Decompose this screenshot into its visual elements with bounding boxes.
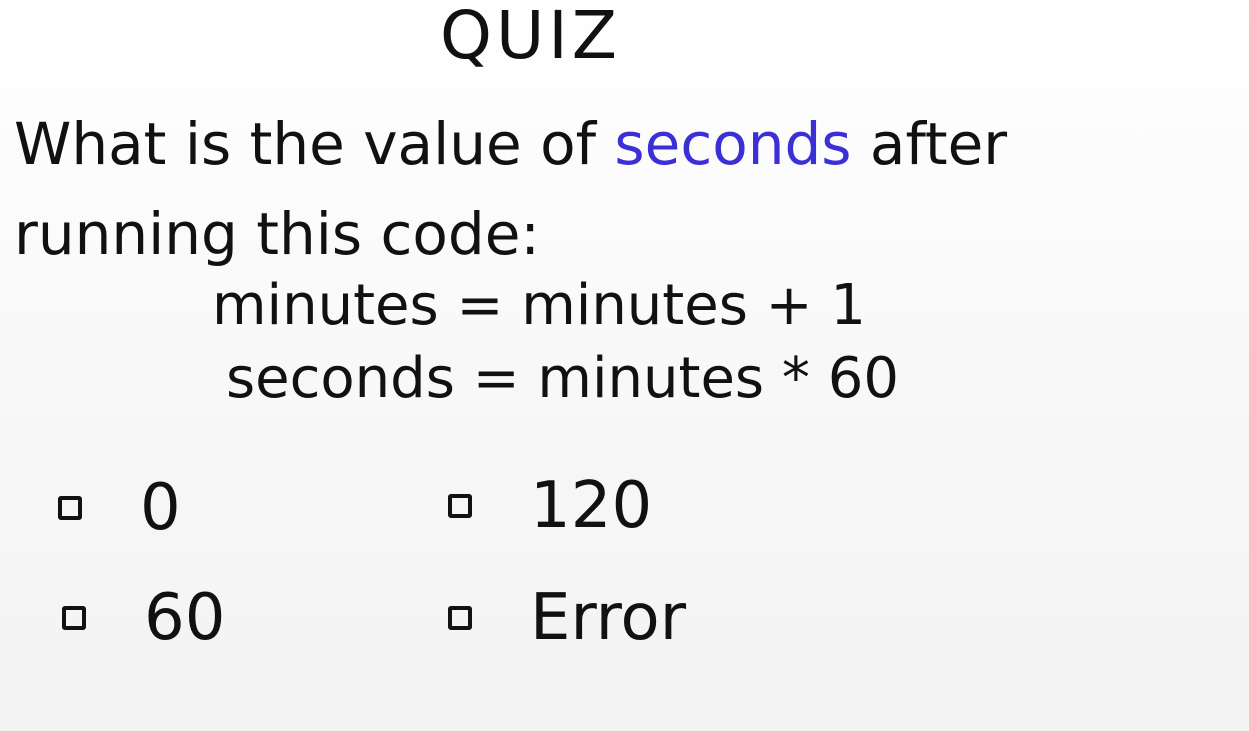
code-line-2: seconds = minutes * 60 [226,345,899,411]
option-label: 60 [144,581,226,655]
question-before: What is the value of [14,110,615,178]
code-block: minutes = minutes + 1 seconds = minutes … [212,270,899,416]
option-120[interactable]: 120 [448,474,652,538]
option-error[interactable]: Error [448,586,686,650]
checkbox[interactable] [448,606,472,630]
option-0[interactable]: 0 [58,476,181,540]
whiteboard: QUIZ What is the value of seconds after … [0,0,1249,731]
question-keyword: seconds [614,110,852,178]
option-label: Error [530,581,686,655]
checkbox[interactable] [58,496,82,520]
option-label: 0 [140,471,181,545]
question-text: What is the value of seconds after runni… [14,100,1239,280]
quiz-title: QUIZ [440,0,621,74]
option-60[interactable]: 60 [62,586,225,650]
option-label: 120 [530,469,653,543]
checkbox[interactable] [62,606,86,630]
code-line-1: minutes = minutes + 1 [212,273,867,338]
checkbox[interactable] [448,494,472,518]
